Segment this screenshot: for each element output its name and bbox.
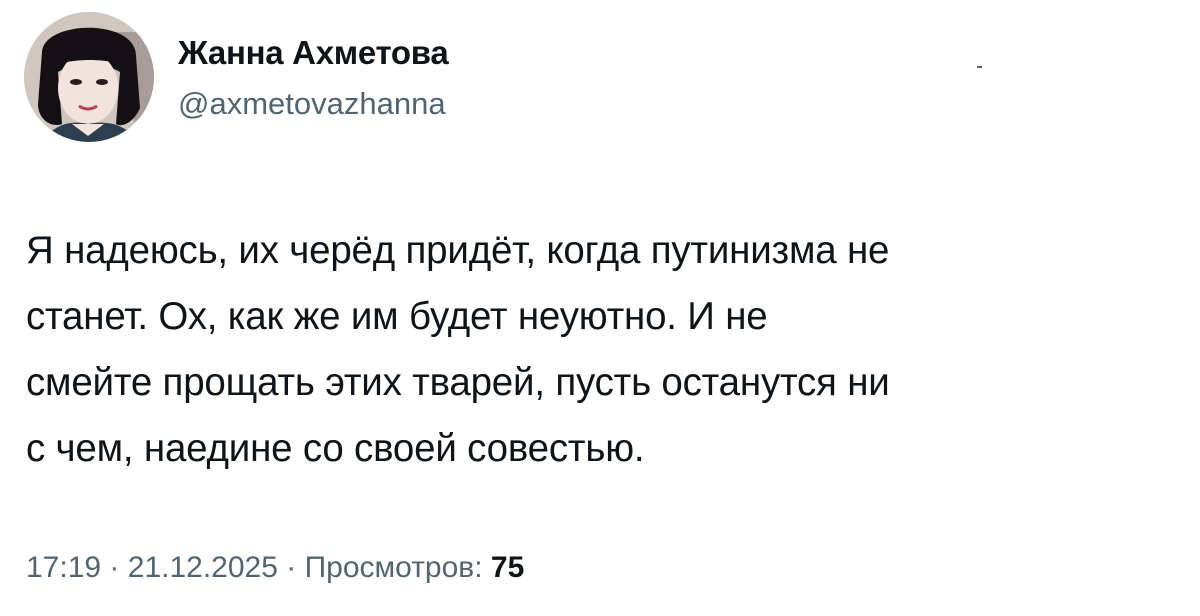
author-display-name[interactable]: Жанна Ахметова: [178, 34, 449, 72]
author-block: Жанна Ахметова @axmetovazhanna: [178, 34, 449, 122]
tweet-card: Жанна Ахметова @axmetovazhanna Я надеюсь…: [0, 0, 1200, 616]
tweet-text-line: смейте прощать этих тварей, пусть остану…: [26, 361, 890, 404]
tweet-time-link[interactable]: 17:19 · 21.12.2025: [26, 551, 278, 584]
views-label: Просмотров:: [304, 551, 483, 584]
tweet-date: 21.12.2025: [127, 551, 278, 584]
avatar-photo-icon: [24, 12, 154, 142]
tweet-time: 17:19: [26, 551, 102, 584]
tweet-text-line: Я надеюсь, их черёд придёт, когда путини…: [26, 229, 890, 272]
more-options-icon[interactable]: [977, 66, 982, 68]
meta-separator: ·: [109, 551, 120, 584]
tweet-text-line: с чем, наедине со своей совестью.: [26, 427, 645, 470]
tweet-meta: 17:19 · 21.12.2025 · Просмотров: 75: [26, 548, 524, 588]
meta-separator: ·: [286, 551, 297, 584]
avatar[interactable]: [24, 12, 154, 142]
views-count: 75: [490, 551, 525, 584]
tweet-text-line: станет. Ох, как же им будет неуютно. И н…: [26, 295, 768, 338]
views-link[interactable]: Просмотров: 75: [305, 551, 525, 584]
author-handle[interactable]: @axmetovazhanna: [178, 86, 448, 122]
tweet-text: Я надеюсь, их черёд придёт, когда путини…: [26, 218, 1176, 482]
